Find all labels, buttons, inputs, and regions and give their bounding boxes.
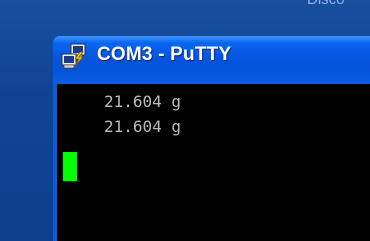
title-bar[interactable]: COM3 - PuTTY — [53, 36, 370, 84]
terminal-area[interactable]: 21.604 g 21.604 g — [57, 84, 370, 241]
desktop: Disco COM3 - PuTTY 21.604 — [0, 0, 370, 241]
terminal-cursor — [63, 152, 77, 181]
background-window-text: Disco — [307, 0, 345, 8]
putty-app-icon[interactable] — [61, 43, 89, 69]
terminal-line: 21.604 g — [104, 117, 182, 136]
window-title: COM3 - PuTTY — [97, 44, 232, 65]
putty-window[interactable]: COM3 - PuTTY 21.604 g 21.604 g — [53, 36, 370, 241]
terminal-line: 21.604 g — [104, 92, 182, 111]
